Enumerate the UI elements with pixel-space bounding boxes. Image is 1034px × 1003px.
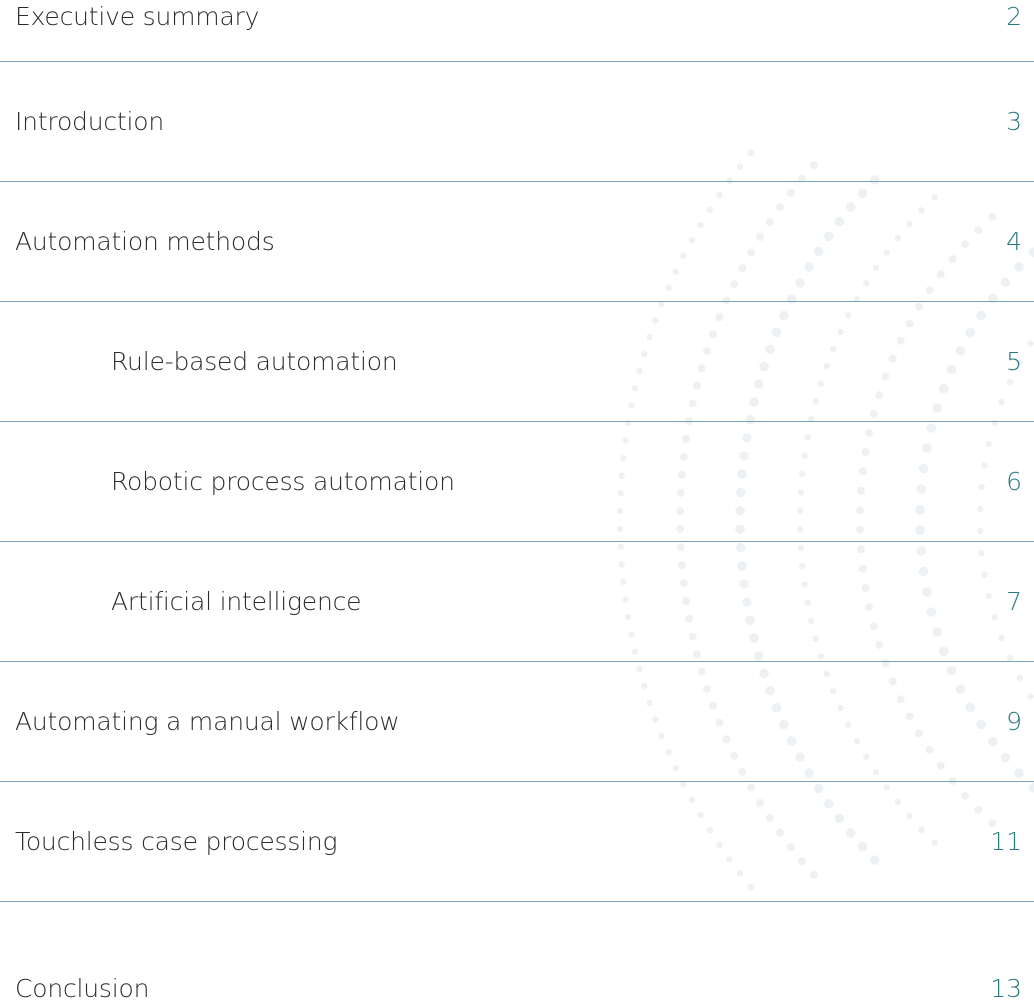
toc-entry-automation-methods[interactable]: Automation methods 4 <box>0 182 1034 302</box>
toc-entry-page-number: 2 <box>1006 2 1022 31</box>
toc-entry-page-number: 3 <box>1006 107 1022 136</box>
toc-entry-title: Automation methods <box>15 227 275 256</box>
toc-entry-rule-based-automation[interactable]: Rule-based automation 5 <box>0 302 1034 422</box>
toc-entry-conclusion[interactable]: Conclusion 13 <box>0 902 1034 1003</box>
toc-entry-title: Introduction <box>15 107 164 136</box>
toc-entry-title: Executive summary <box>15 2 260 31</box>
toc-entry-touchless-case-processing[interactable]: Touchless case processing 11 <box>0 782 1034 902</box>
toc-entry-robotic-process-automation[interactable]: Robotic process automation 6 <box>0 422 1034 542</box>
toc-entry-page-number: 5 <box>1006 347 1022 376</box>
toc-entry-page-number: 7 <box>1006 587 1022 616</box>
toc-entry-page-number: 6 <box>1006 467 1022 496</box>
toc-entry-title: Artificial intelligence <box>111 587 362 616</box>
toc-entry-title: Touchless case processing <box>15 827 338 856</box>
toc-entry-automating-a-manual-workflow[interactable]: Automating a manual workflow 9 <box>0 662 1034 782</box>
toc-entry-page-number: 13 <box>990 974 1022 1003</box>
toc-entry-executive-summary[interactable]: Executive summary 2 <box>0 0 1034 62</box>
toc-entry-title: Automating a manual workflow <box>15 707 400 736</box>
toc-entry-title: Rule-based automation <box>111 347 398 376</box>
toc-entry-page-number: 11 <box>990 827 1022 856</box>
toc-entry-title: Conclusion <box>15 974 150 1003</box>
toc-entry-page-number: 9 <box>1006 707 1022 736</box>
toc-entry-introduction[interactable]: Introduction 3 <box>0 62 1034 182</box>
toc-entry-page-number: 4 <box>1006 227 1022 256</box>
toc-entry-artificial-intelligence[interactable]: Artificial intelligence 7 <box>0 542 1034 662</box>
table-of-contents-page: Executive summary 2 Introduction 3 Autom… <box>0 0 1034 1003</box>
toc-entry-title: Robotic process automation <box>111 467 455 496</box>
table-of-contents: Executive summary 2 Introduction 3 Autom… <box>0 0 1034 1003</box>
